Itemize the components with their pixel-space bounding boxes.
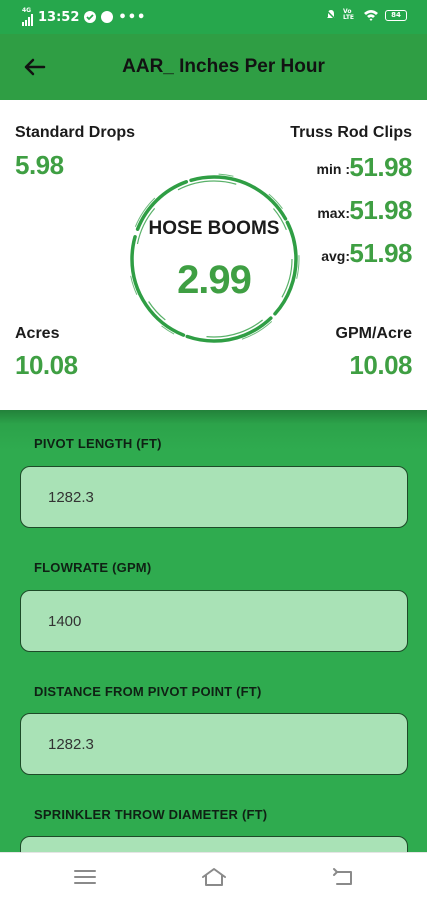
standard-drops-label: Standard Drops [15,124,136,141]
pivot-length-field [20,466,408,528]
flowrate-label: FLOWRATE (GPM) [34,560,152,575]
battery-icon: 84 [385,9,407,21]
more-icon: ••• [118,9,147,25]
status-time: 13:52 [38,9,80,25]
truss-rod-clips-label: Truss Rod Clips [290,124,412,141]
wifi-icon [364,10,378,21]
return-icon [333,868,352,885]
avg-label: avg: [321,248,350,264]
check-icon [84,11,97,23]
lte-label: Vo LTE [343,8,355,21]
throw-diameter-input[interactable] [21,837,407,852]
acres-label: Acres [15,325,60,342]
hose-booms-label: HOSE BOOMS [148,218,280,239]
menu-button[interactable] [72,865,98,889]
standard-drops-value: 5.98 [15,150,64,180]
distance-label: DISTANCE FROM PIVOT POINT (FT) [34,684,262,699]
min-label: min : [316,161,350,177]
back-button[interactable] [16,50,52,86]
system-nav-bar [0,852,427,900]
max-value: 51.98 [349,195,412,225]
distance-input[interactable] [21,714,407,774]
back-nav-button[interactable] [330,865,356,889]
menu-icon [74,870,96,884]
arrow-left-icon [24,58,46,76]
pivot-length-input[interactable] [21,467,407,527]
hose-booms-value: 2.99 [177,258,252,302]
mute-icon [325,9,337,21]
avg-value: 51.98 [349,238,412,268]
min-value: 51.98 [349,152,412,182]
pivot-length-label: PIVOT LENGTH (FT) [34,436,162,451]
throw-diameter-field [20,836,408,852]
acres-value: 10.08 [15,350,78,380]
status-right: Vo LTE 84 [325,9,407,21]
home-icon [202,868,226,886]
signal-icon: 4G [22,8,33,26]
flowrate-field [20,590,408,652]
input-form: PIVOT LENGTH (FT) FLOWRATE (GPM) DISTANC… [0,410,427,852]
flowrate-input[interactable] [21,591,407,651]
gpm-acre-value: 10.08 [349,350,412,380]
page-title: AAR_ Inches Per Hour [122,56,325,77]
status-bar: 4G 13:52 ••• Vo LTE 84 [0,0,427,34]
throw-diameter-label: SPRINKLER THROW DIAMETER (FT) [34,807,268,822]
gpm-acre-label: GPM/Acre [335,325,412,342]
status-left: 4G 13:52 ••• [22,8,146,26]
max-label: max: [317,205,350,221]
message-icon [101,11,114,23]
app-bar: AAR_ Inches Per Hour [0,34,427,100]
distance-field [20,713,408,775]
home-button[interactable] [201,865,227,889]
